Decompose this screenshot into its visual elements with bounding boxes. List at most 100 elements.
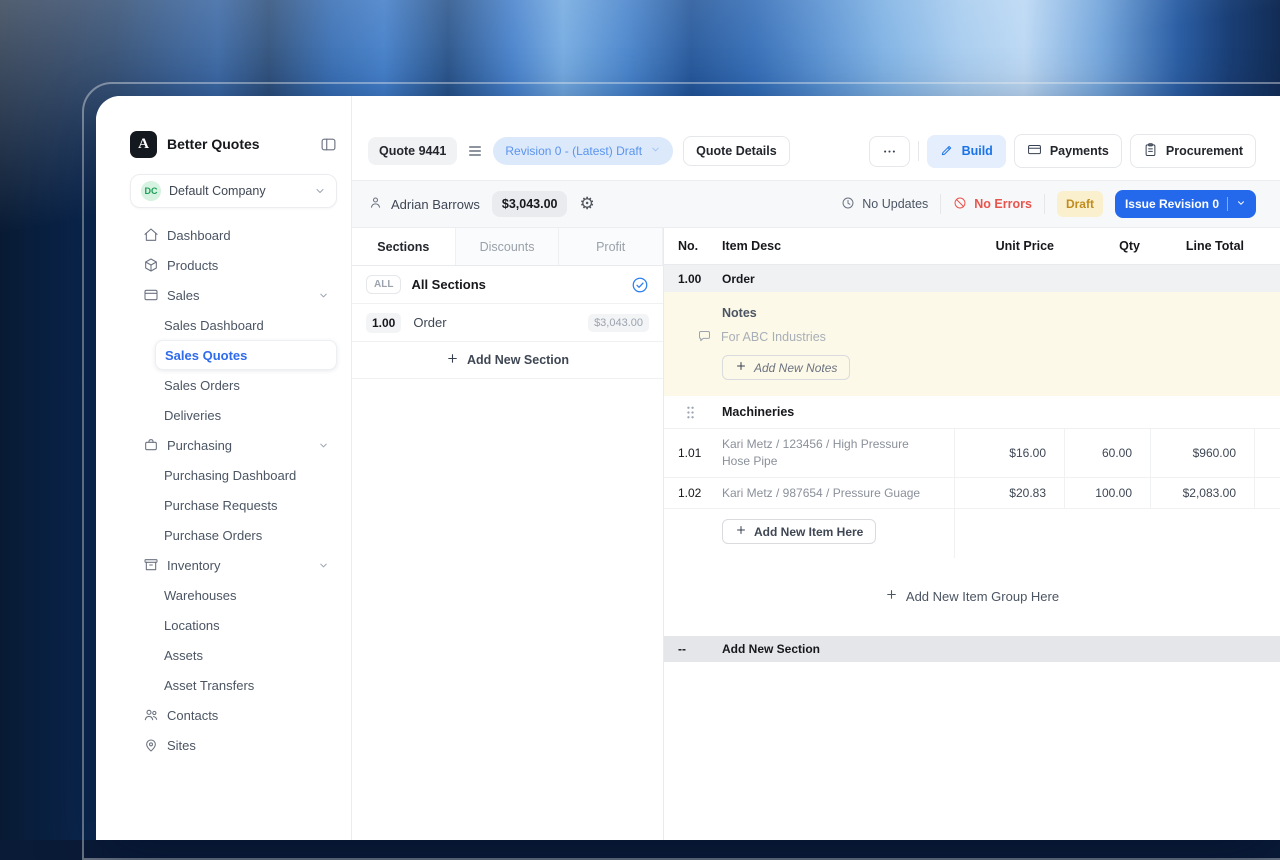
section-amount: $3,043.00 [588,314,649,332]
chevron-down-icon [650,144,661,158]
revision-dropdown[interactable]: Revision 0 - (Latest) Draft [493,137,673,165]
item-row[interactable]: 1.01 Kari Metz / 123456 / High Pressure … [664,429,1280,478]
home-icon [143,227,159,243]
sidebar-item-label: Products [167,258,329,273]
sidebar-item-dashboard[interactable]: Dashboard [130,220,337,250]
company-name: Default Company [169,184,306,198]
sidebar-collapse-icon[interactable] [320,136,337,153]
all-sections-row[interactable]: ALL All Sections [352,266,663,304]
sidebar-item-purchase-requests[interactable]: Purchase Requests [155,490,337,520]
build-label: Build [962,144,993,158]
sidebar-item-sales[interactable]: Sales [130,280,337,310]
col-header-no: No. [664,239,722,253]
quote-details-button[interactable]: Quote Details [683,136,790,166]
sidebar-item-purchasing-dashboard[interactable]: Purchasing Dashboard [155,460,337,490]
sidebar-item-deliveries[interactable]: Deliveries [155,400,337,430]
quote-total-badge: $3,043.00 [492,191,568,217]
add-new-section-label: Add New Section [467,353,569,367]
quote-owner[interactable]: Adrian Barrows [368,195,480,213]
build-button[interactable]: Build [927,135,1006,168]
clock-icon [841,196,855,213]
briefcase-icon [143,437,159,453]
no-errors-status[interactable]: No Errors [953,196,1032,213]
gear-icon[interactable]: ⚙ [579,194,594,214]
sidebar-item-sales-dashboard[interactable]: Sales Dashboard [155,310,337,340]
sidebar-item-purchase-orders[interactable]: Purchase Orders [155,520,337,550]
items-table-header: No. Item Desc Unit Price Qty Line Total [664,228,1280,265]
item-line-total: $960.00 [1150,429,1254,477]
sidebar-item-sales-quotes[interactable]: Sales Quotes [155,340,337,370]
item-unit-price: $16.00 [954,429,1064,477]
sidebar-nav: Dashboard Products Sales Sales Dashboard… [130,220,337,760]
sidebar-item-asset-transfers[interactable]: Asset Transfers [155,670,337,700]
add-section-label: Add New Section [722,642,954,656]
sidebar-item-label: Sales Dashboard [164,318,329,333]
sidebar-item-assets[interactable]: Assets [155,640,337,670]
add-new-item-button[interactable]: Add New Item Here [722,519,876,544]
add-new-item-group-label: Add New Item Group Here [906,589,1059,604]
order-section-header-row[interactable]: 1.00 Order [664,265,1280,292]
sidebar-item-locations[interactable]: Locations [155,610,337,640]
add-new-section-button[interactable]: Add New Section [352,342,663,379]
tab-discounts[interactable]: Discounts [456,228,560,265]
sidebar-item-inventory[interactable]: Inventory [130,550,337,580]
sidebar-item-warehouses[interactable]: Warehouses [155,580,337,610]
notes-line: For ABC Industries [664,329,1280,344]
item-description: Kari Metz / 123456 / High Pressure Hose … [722,429,954,477]
no-updates-status[interactable]: No Updates [841,196,928,213]
add-new-notes-label: Add New Notes [754,361,837,375]
notes-text: For ABC Industries [721,330,826,344]
item-number: 1.02 [664,478,722,509]
pencil-icon [940,143,954,160]
divider [940,194,941,214]
chevron-down-icon [318,440,329,451]
sidebar-item-sales-orders[interactable]: Sales Orders [155,370,337,400]
issue-revision-button[interactable]: Issue Revision 0 [1115,190,1256,218]
quote-subheader: Adrian Barrows $3,043.00 ⚙ No Updates No… [352,180,1280,228]
procurement-button[interactable]: Procurement [1130,134,1256,168]
sidebar-item-contacts[interactable]: Contacts [130,700,337,730]
add-new-section-row[interactable]: -- Add New Section [664,636,1280,662]
more-actions-button[interactable] [869,136,910,167]
sidebar: A Better Quotes DC Default Company Dashb… [96,96,352,840]
sidebar-item-label: Contacts [167,708,329,723]
item-line-total: $2,083.00 [1150,478,1254,509]
divider [918,141,919,161]
sidebar-item-sites[interactable]: Sites [130,730,337,760]
content-area: Sections Discounts Profit ALL All Sectio… [352,228,1280,840]
archive-icon [143,557,159,573]
credit-card-icon [1027,142,1042,160]
section-row-order[interactable]: 1.00 Order $3,043.00 [352,304,663,342]
item-group-header[interactable]: Machineries [664,396,1280,429]
sidebar-item-label: Sales Quotes [165,348,328,363]
chevron-down-icon [318,560,329,571]
status-badge: Draft [1057,191,1103,217]
drag-handle-icon[interactable] [685,405,696,420]
section-row-number: 1.00 [664,272,722,286]
sidebar-item-label: Purchase Orders [164,528,329,543]
no-updates-label: No Updates [862,197,928,211]
chevron-down-icon [1236,197,1246,211]
company-selector[interactable]: DC Default Company [130,174,337,208]
sidebar-item-products[interactable]: Products [130,250,337,280]
comment-bubble-icon [697,329,712,344]
payments-button[interactable]: Payments [1014,134,1122,168]
add-item-spacer [954,509,1064,558]
item-row[interactable]: 1.02 Kari Metz / 987654 / Pressure Guage… [664,478,1280,510]
sidebar-item-label: Locations [164,618,329,633]
add-new-item-group-button[interactable]: Add New Item Group Here [664,558,1280,636]
main-area: Quote 9441 Revision 0 - (Latest) Draft Q… [352,96,1280,840]
item-row-spacer [1254,478,1280,509]
sidebar-item-purchasing[interactable]: Purchasing [130,430,337,460]
tab-sections[interactable]: Sections [352,228,456,265]
owner-name: Adrian Barrows [391,197,480,212]
sidebar-item-label: Warehouses [164,588,329,603]
add-new-notes-button[interactable]: Add New Notes [722,355,850,380]
box-icon [143,257,159,273]
brand-row: A Better Quotes [130,130,337,158]
item-number: 1.01 [664,429,722,477]
list-icon[interactable] [467,143,483,159]
revision-label: Revision 0 - (Latest) Draft [505,144,642,158]
check-circle-icon [631,276,649,294]
tab-profit[interactable]: Profit [559,228,663,265]
